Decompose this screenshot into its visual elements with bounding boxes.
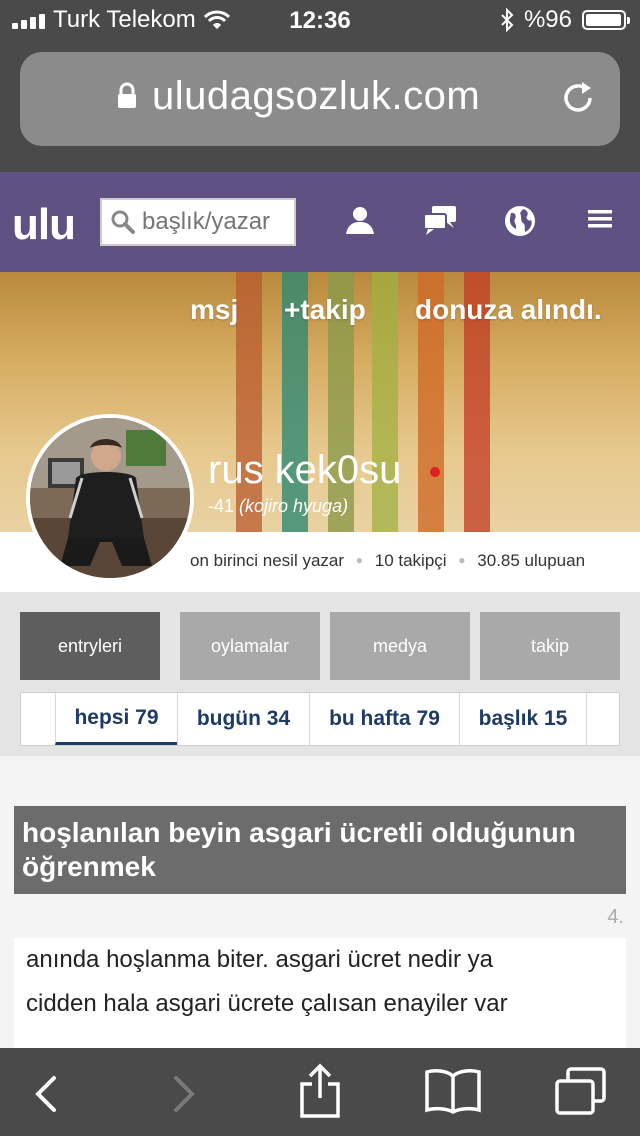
share-icon[interactable] — [298, 1062, 342, 1120]
status-bar: Turk Telekom 12:36 %96 — [0, 0, 640, 42]
messages-icon[interactable] — [422, 204, 458, 236]
avatar-photo — [30, 418, 190, 578]
filter-today[interactable]: bugün 34 — [177, 693, 309, 745]
forward-icon[interactable] — [172, 1074, 198, 1114]
profile-subtitle: -41 (kojiro hyuga) — [208, 496, 348, 517]
browser-toolbar — [0, 1048, 640, 1136]
bluetooth-icon — [501, 8, 514, 32]
tab-media[interactable]: medya — [330, 612, 470, 680]
address-bar[interactable]: uludagsozluk.com — [20, 52, 620, 146]
site-navbar: ulu — [0, 172, 640, 272]
status-link[interactable]: donuza alındı. — [415, 294, 602, 326]
battery-percent: %96 — [523, 6, 572, 33]
cover-stripe — [236, 272, 262, 532]
search-input[interactable] — [140, 207, 294, 237]
entries-list: hoşlanılan beyin asgari ücretli olduğunu… — [0, 756, 640, 1058]
tab-follow[interactable]: takip — [480, 612, 620, 680]
lock-icon — [118, 82, 136, 108]
profile-username: rus kek0su — [208, 448, 402, 492]
stat-separator: ● — [355, 553, 363, 567]
site-logo[interactable]: ulu — [12, 200, 76, 250]
online-indicator — [430, 467, 440, 477]
bookmarks-icon[interactable] — [424, 1066, 482, 1114]
stat-generation: on birinci nesil yazar — [190, 551, 345, 570]
entry-body-line: anında hoşlanma biter. asgari ücret nedi… — [26, 946, 493, 973]
search-box[interactable] — [100, 198, 296, 246]
menu-icon[interactable] — [588, 208, 612, 230]
url-text[interactable]: uludagsozluk.com — [152, 74, 480, 119]
cover-stripe — [372, 272, 398, 532]
avatar[interactable] — [26, 414, 194, 582]
tab-votes[interactable]: oylamalar — [180, 612, 320, 680]
filter-this-week[interactable]: bu hafta 79 — [309, 693, 459, 745]
tab-entries[interactable]: entryleri — [20, 612, 160, 680]
stat-points: 30.85 ulupuan — [477, 551, 586, 570]
tabs-icon[interactable] — [554, 1066, 608, 1116]
profile-alias: (kojiro hyuga) — [239, 496, 349, 516]
back-icon[interactable] — [32, 1074, 58, 1114]
browser-chrome: uludagsozluk.com — [0, 42, 640, 172]
reload-icon[interactable] — [558, 78, 598, 118]
profile-score: -41 — [208, 496, 235, 516]
battery-fill — [586, 14, 621, 26]
entry-number: 4. — [607, 906, 624, 928]
filter-title[interactable]: başlık 15 — [459, 693, 587, 745]
filter-all[interactable]: hepsi 79 — [55, 693, 177, 745]
status-right: %96 — [500, 6, 630, 34]
entry-filters: hepsi 79 bugün 34 bu hafta 79 başlık 15 — [20, 692, 620, 746]
stat-separator: ● — [458, 553, 466, 567]
stat-followers[interactable]: 10 takipçi — [375, 551, 447, 570]
message-button[interactable]: msj — [190, 294, 238, 326]
entry-title[interactable]: hoşlanılan beyin asgari ücretli olduğunu… — [14, 806, 626, 894]
entry-body-line: cidden hala asgari ücrete çalısan enayil… — [26, 990, 508, 1017]
search-icon — [111, 210, 135, 234]
entry-body: anında hoşlanma biter. asgari ücret nedi… — [14, 938, 626, 1058]
globe-icon[interactable] — [503, 204, 537, 238]
user-icon[interactable] — [344, 204, 376, 236]
profile-stats: on birinci nesil yazar ● 10 takipçi ● 30… — [190, 551, 585, 571]
profile-tabs-area: entryleri oylamalar medya takip hepsi 79… — [0, 592, 640, 756]
battery-icon — [582, 10, 630, 30]
follow-button[interactable]: +takip — [284, 294, 366, 326]
